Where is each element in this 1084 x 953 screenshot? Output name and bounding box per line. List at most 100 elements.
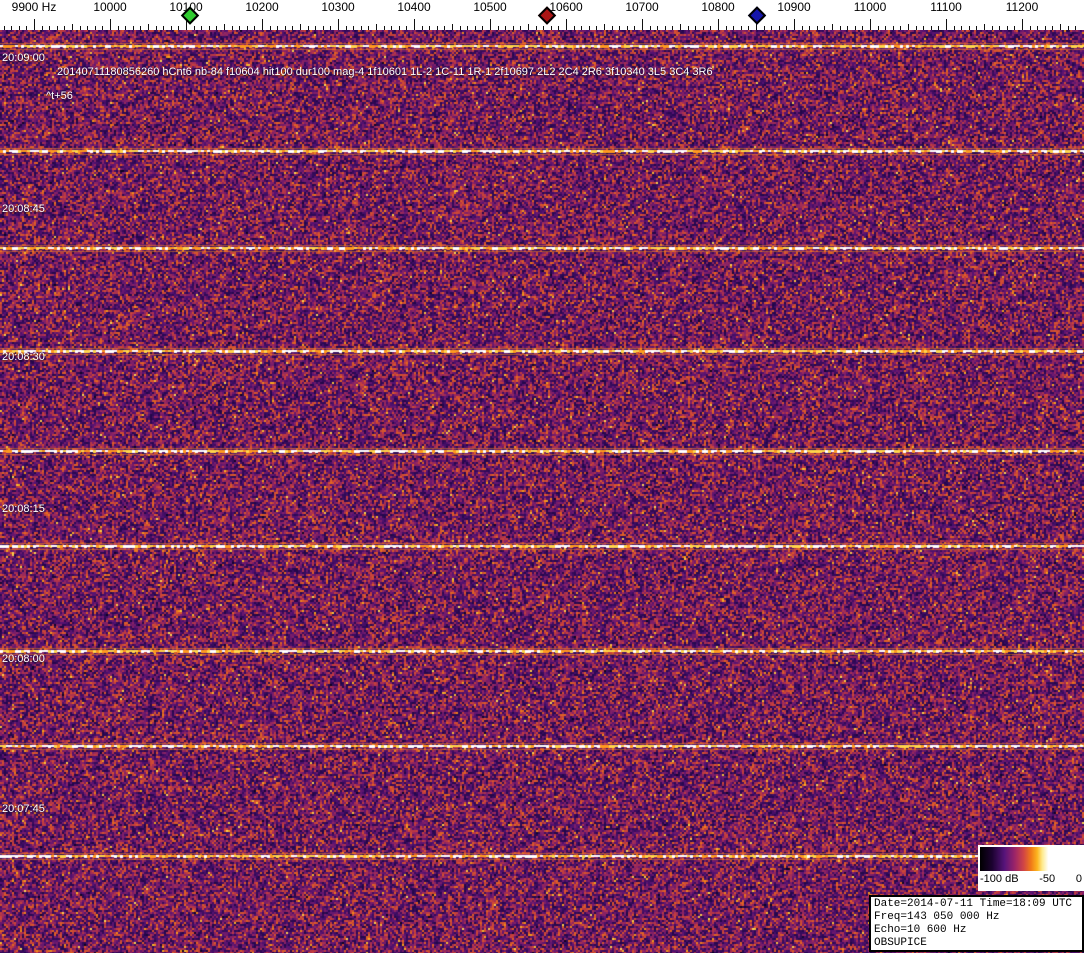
ruler-tick xyxy=(247,26,248,30)
ruler-tick xyxy=(262,19,263,30)
ruler-tick xyxy=(178,26,179,30)
ruler-tick xyxy=(87,26,88,30)
ruler-tick xyxy=(125,26,126,30)
ruler-tick xyxy=(391,26,392,30)
ruler-tick xyxy=(969,26,970,30)
frequency-label: 10900 xyxy=(777,0,810,14)
colorbar-min-label: -100 dB xyxy=(980,872,1019,886)
ruler-tick xyxy=(368,26,369,30)
ruler-tick xyxy=(741,26,742,30)
radio-meteor-spectrogram-app: { "ruler": { "unit": "Hz", "freq_start":… xyxy=(0,0,1084,953)
ruler-tick xyxy=(726,26,727,30)
ruler-tick xyxy=(300,24,301,30)
ruler-tick xyxy=(422,26,423,30)
frequency-label: 11200 xyxy=(1006,0,1038,14)
ruler-tick xyxy=(376,24,377,30)
ruler-tick xyxy=(566,19,567,30)
detection-annotation-offset: ^t+56 xyxy=(46,90,73,102)
ruler-tick xyxy=(4,26,5,30)
ruler-tick xyxy=(338,19,339,30)
ruler-tick xyxy=(840,26,841,30)
frequency-label: 10500 xyxy=(473,0,506,14)
ruler-tick xyxy=(551,26,552,30)
ruler-tick xyxy=(460,26,461,30)
ruler-tick xyxy=(34,19,35,30)
ruler-tick xyxy=(399,26,400,30)
ruler-tick xyxy=(330,26,331,30)
ruler-tick xyxy=(216,26,217,30)
time-label: 20:08:45 xyxy=(2,203,45,215)
ruler-tick xyxy=(786,26,787,30)
colorbar-gradient xyxy=(980,847,1082,871)
spectrogram-canvas[interactable] xyxy=(0,30,1084,953)
time-label: 20:08:00 xyxy=(2,653,45,665)
ruler-tick xyxy=(558,26,559,30)
time-label: 20:09:00 xyxy=(2,52,45,64)
ruler-tick xyxy=(589,26,590,30)
ruler-tick xyxy=(596,26,597,30)
ruler-tick xyxy=(536,26,537,30)
ruler-tick xyxy=(414,19,415,30)
ruler-tick xyxy=(95,26,96,30)
time-label: 20:07:45 xyxy=(2,803,45,815)
ruler-tick xyxy=(1030,26,1031,30)
spectrogram-window: 9900 Hz 10000 10100 10200 10300 10400 10500 106… xyxy=(0,0,1084,953)
ruler-tick xyxy=(779,26,780,30)
ruler-tick xyxy=(954,26,955,30)
ruler-tick xyxy=(976,26,977,30)
ruler-tick xyxy=(938,26,939,30)
ruler-tick xyxy=(452,24,453,30)
ruler-tick xyxy=(627,26,628,30)
ruler-tick xyxy=(384,26,385,30)
info-date-time: Date=2014-07-11 Time=18:09 UTC xyxy=(874,898,1079,911)
ruler-tick xyxy=(270,26,271,30)
ruler-tick xyxy=(1052,26,1053,30)
colorbar-mid-label: -50 xyxy=(1039,872,1055,886)
ruler-tick xyxy=(110,19,111,30)
ruler-tick xyxy=(581,26,582,30)
ruler-tick xyxy=(1007,26,1008,30)
ruler-tick xyxy=(323,26,324,30)
ruler-tick xyxy=(72,24,73,30)
time-label: 20:08:30 xyxy=(2,351,45,363)
ruler-tick xyxy=(239,26,240,30)
frequency-label: 10600 xyxy=(549,0,582,14)
time-label: 20:08:15 xyxy=(2,503,45,515)
ruler-tick xyxy=(733,26,734,30)
ruler-tick xyxy=(444,26,445,30)
ruler-tick xyxy=(1022,19,1023,30)
ruler-tick xyxy=(794,19,795,30)
ruler-tick xyxy=(406,26,407,30)
ruler-tick xyxy=(308,26,309,30)
ruler-tick xyxy=(64,26,65,30)
ruler-tick xyxy=(80,26,81,30)
detection-annotation: 20140711180856260 hCnt6 nb-84 f10604 hit… xyxy=(57,66,713,78)
blue-diamond-marker[interactable] xyxy=(748,6,766,24)
ruler-tick xyxy=(292,26,293,30)
ruler-tick xyxy=(657,26,658,30)
ruler-tick xyxy=(156,26,157,30)
ruler-tick xyxy=(710,26,711,30)
frequency-label: 10000 xyxy=(93,0,126,14)
ruler-tick xyxy=(961,26,962,30)
ruler-tick xyxy=(923,26,924,30)
ruler-tick xyxy=(42,26,43,30)
ruler-tick xyxy=(528,24,529,30)
ruler-tick xyxy=(908,24,909,30)
ruler-tick xyxy=(718,19,719,30)
ruler-tick xyxy=(285,26,286,30)
ruler-tick xyxy=(931,26,932,30)
colorbar-labels: -100 dB -50 0 xyxy=(980,872,1082,886)
ruler-tick xyxy=(520,26,521,30)
ruler-tick xyxy=(254,26,255,30)
ruler-tick xyxy=(194,26,195,30)
ruler-tick xyxy=(277,26,278,30)
ruler-tick xyxy=(224,24,225,30)
ruler-tick xyxy=(148,24,149,30)
ruler-tick xyxy=(353,26,354,30)
ruler-tick xyxy=(771,26,772,30)
ruler-tick xyxy=(817,26,818,30)
ruler-tick xyxy=(346,26,347,30)
ruler-tick xyxy=(802,26,803,30)
ruler-tick xyxy=(543,26,544,30)
